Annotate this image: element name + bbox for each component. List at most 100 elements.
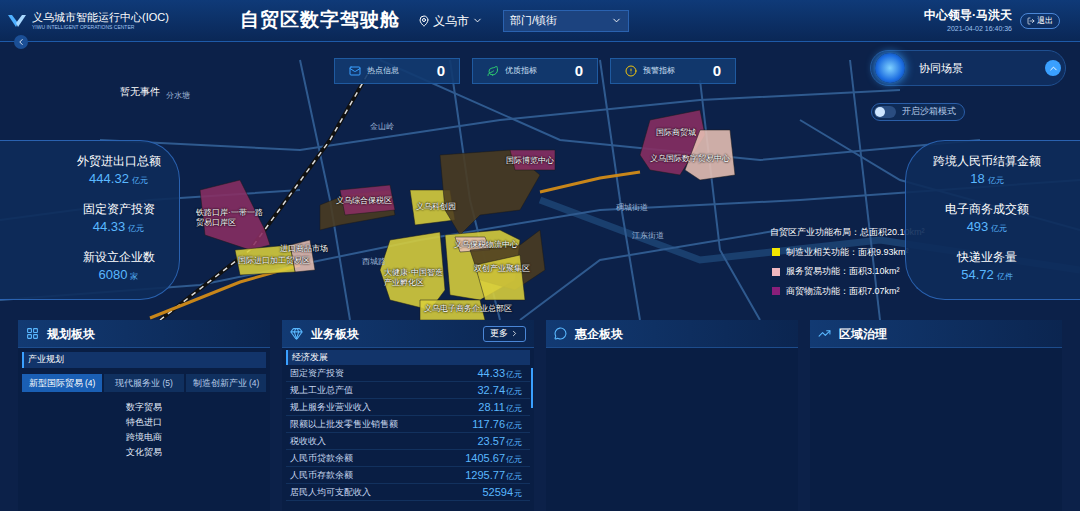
location-picker[interactable]: 义乌市 [418, 12, 483, 30]
logo-title: 义乌城市智能运行中心(IOC) [32, 12, 169, 23]
panel-title: 惠企板块 [575, 325, 623, 343]
stat-label: 固定资产投资 [83, 201, 155, 217]
legend-swatch [772, 268, 780, 276]
chevron-down-icon [611, 15, 622, 26]
map-place-label: 稠城街道 [616, 202, 648, 214]
chevron-right-icon [510, 329, 519, 338]
counter-icon [487, 65, 499, 77]
section-subtitle: 经济发展 [286, 350, 530, 365]
stat-value: 44.33亿元 [93, 217, 145, 239]
counter-icon [349, 65, 361, 77]
counter-value: 0 [713, 60, 721, 83]
map-zone[interactable] [380, 232, 445, 310]
counter-pill[interactable]: 预警指标0 [610, 58, 736, 84]
tab[interactable]: 新型国际贸易 (4) [22, 374, 102, 392]
sandbox-toggle[interactable]: 开启沙箱模式 [871, 103, 965, 121]
bottom-panels: 规划板块产业规划新型国际贸易 (4)现代服务业 (5)制造创新产业 (4)数字贸… [0, 320, 1080, 511]
back-button[interactable] [14, 35, 28, 49]
zone-label: 铁路口岸·一带一路贸易口岸区 [196, 208, 266, 228]
zone-label: 义乌保税物流中心 [454, 240, 518, 250]
zone-label: 进口商品市场 [280, 244, 328, 254]
user-name: 中心领导·马洪天 [924, 6, 1012, 24]
panel-title: 区域治理 [839, 325, 887, 343]
panel-header: 区域治理 [810, 320, 1062, 348]
map-place-label: 江东街道 [632, 230, 664, 242]
panel-header: 业务板块更多 [282, 320, 534, 348]
collab-toggle-button[interactable] [1045, 60, 1061, 76]
counter-pill[interactable]: 优质指标0 [472, 58, 598, 84]
zone-label: 义乌电子商务企业总部区 [424, 304, 512, 314]
panel-header: 规划板块 [18, 320, 270, 348]
metric-row: 税收收入23.57亿元 [286, 433, 530, 450]
map-place-label: 金山岭 [370, 121, 394, 133]
map-place-label: 西城路 [362, 256, 386, 268]
stat-label: 电子商务成交额 [945, 201, 1029, 217]
left-stats-panel: 外贸进出口总额444.32亿元固定资产投资44.33亿元新设立企业数6080家 [0, 140, 180, 300]
panel-title: 规划板块 [47, 325, 95, 343]
collab-panel[interactable]: 协同场景 [870, 50, 1066, 86]
logo-icon [6, 11, 28, 31]
clock: 2021-04-02 16:40:36 [947, 24, 1012, 35]
stat-label: 外贸进出口总额 [77, 153, 161, 169]
governance-panel: 区域治理 [810, 320, 1062, 511]
back-icon [16, 37, 26, 47]
legend-swatch [772, 287, 780, 295]
zone-label: 国际博览中心 [506, 156, 554, 166]
logo: 义乌城市智能运行中心(IOC) YIWU INTELLIGENT OPERATIO… [0, 0, 200, 41]
map-place-label: 分水塘 [166, 90, 190, 102]
tab[interactable]: 制造创新产业 (4) [186, 374, 266, 392]
business-panel: 业务板块更多经济发展固定资产投资44.33亿元规上工业总产值32.74亿元规上服… [282, 320, 534, 511]
more-button[interactable]: 更多 [483, 326, 526, 342]
counter-pill[interactable]: 热点信息0 [334, 58, 460, 84]
counter-value: 0 [575, 60, 583, 83]
collab-label: 协同场景 [919, 60, 963, 77]
metric-row: 人民币贷款余额1405.67亿元 [286, 450, 530, 467]
stat-item: 固定资产投资44.33亿元 [58, 201, 179, 239]
stat-value: 444.32亿元 [89, 169, 148, 191]
stat-item: 电子商务成交额493亿元 [906, 201, 1068, 239]
zone-label: 国际进口加工贸易区 [238, 256, 310, 266]
zone-label: 义乌科创园 [416, 202, 456, 212]
metric-row: 固定资产投资44.33亿元 [286, 365, 530, 382]
plan-item[interactable]: 数字贸易 [126, 400, 266, 415]
panel-icon [554, 327, 567, 340]
events-text: 暂无事件 [120, 84, 160, 99]
zone-label: 国际商贸城 [656, 128, 696, 138]
logout-icon [1027, 17, 1035, 25]
counter-value: 0 [437, 60, 445, 83]
zone-label: 义乌国际数字贸易中心 [650, 154, 730, 164]
sandbox-label: 开启沙箱模式 [902, 105, 956, 119]
planning-panel: 规划板块产业规划新型国际贸易 (4)现代服务业 (5)制造创新产业 (4)数字贸… [18, 320, 270, 511]
dashboard: 分水塘金山岭稠城街道江东街道西城路铁路口岸·一带一路贸易口岸区义乌综合保税区义乌… [0, 0, 1080, 511]
tab-bar: 新型国际贸易 (4)现代服务业 (5)制造创新产业 (4) [22, 374, 266, 392]
stat-item: 外贸进出口总额444.32亿元 [58, 153, 179, 191]
sandbox-switch[interactable] [874, 106, 896, 118]
logout-button[interactable]: 退出 [1020, 13, 1060, 29]
logo-subtitle: YIWU INTELLIGENT OPERATIONS CENTER [32, 25, 169, 30]
metric-row: 居民人均可支配收入52594元 [286, 484, 530, 501]
stat-label: 跨境人民币结算金额 [933, 153, 1041, 169]
stat-item: 跨境人民币结算金额18亿元 [906, 153, 1068, 191]
stat-value: 6080家 [99, 265, 139, 287]
plan-item[interactable]: 跨境电商 [126, 430, 266, 445]
department-select[interactable]: 部门/镇街 [503, 10, 629, 32]
map-zone[interactable] [475, 255, 525, 300]
chevron-down-icon [472, 15, 483, 26]
scrollbar[interactable] [531, 368, 533, 408]
plan-item[interactable]: 文化贸易 [126, 445, 266, 460]
counter-icon [625, 65, 637, 77]
stat-label: 新设立企业数 [83, 249, 155, 265]
map-legend: 自贸区产业功能布局：总面积20.10km²制造业相关功能：面积9.93km²服务… [770, 226, 925, 298]
stat-value: 54.72亿件 [961, 265, 1013, 287]
legend-item: 服务贸易功能：面积3.10km² [772, 265, 925, 279]
tab[interactable]: 现代服务业 (5) [104, 374, 184, 392]
stat-value: 18亿元 [970, 169, 1003, 191]
collab-orb-icon [875, 53, 905, 83]
plan-item[interactable]: 特色进口 [126, 415, 266, 430]
metric-row: 人民币存款余额1295.77亿元 [286, 467, 530, 484]
pin-icon [418, 15, 430, 27]
right-stats-panel: 跨境人民币结算金额18亿元电子商务成交额493亿元快递业务量54.72亿件 [905, 140, 1080, 300]
metric-row: 限额以上批发零售业销售额117.76亿元 [286, 416, 530, 433]
metric-row: 规上服务业营业收入28.11亿元 [286, 399, 530, 416]
zone-label: 大健康·中国智造产业孵化区 [384, 268, 446, 288]
